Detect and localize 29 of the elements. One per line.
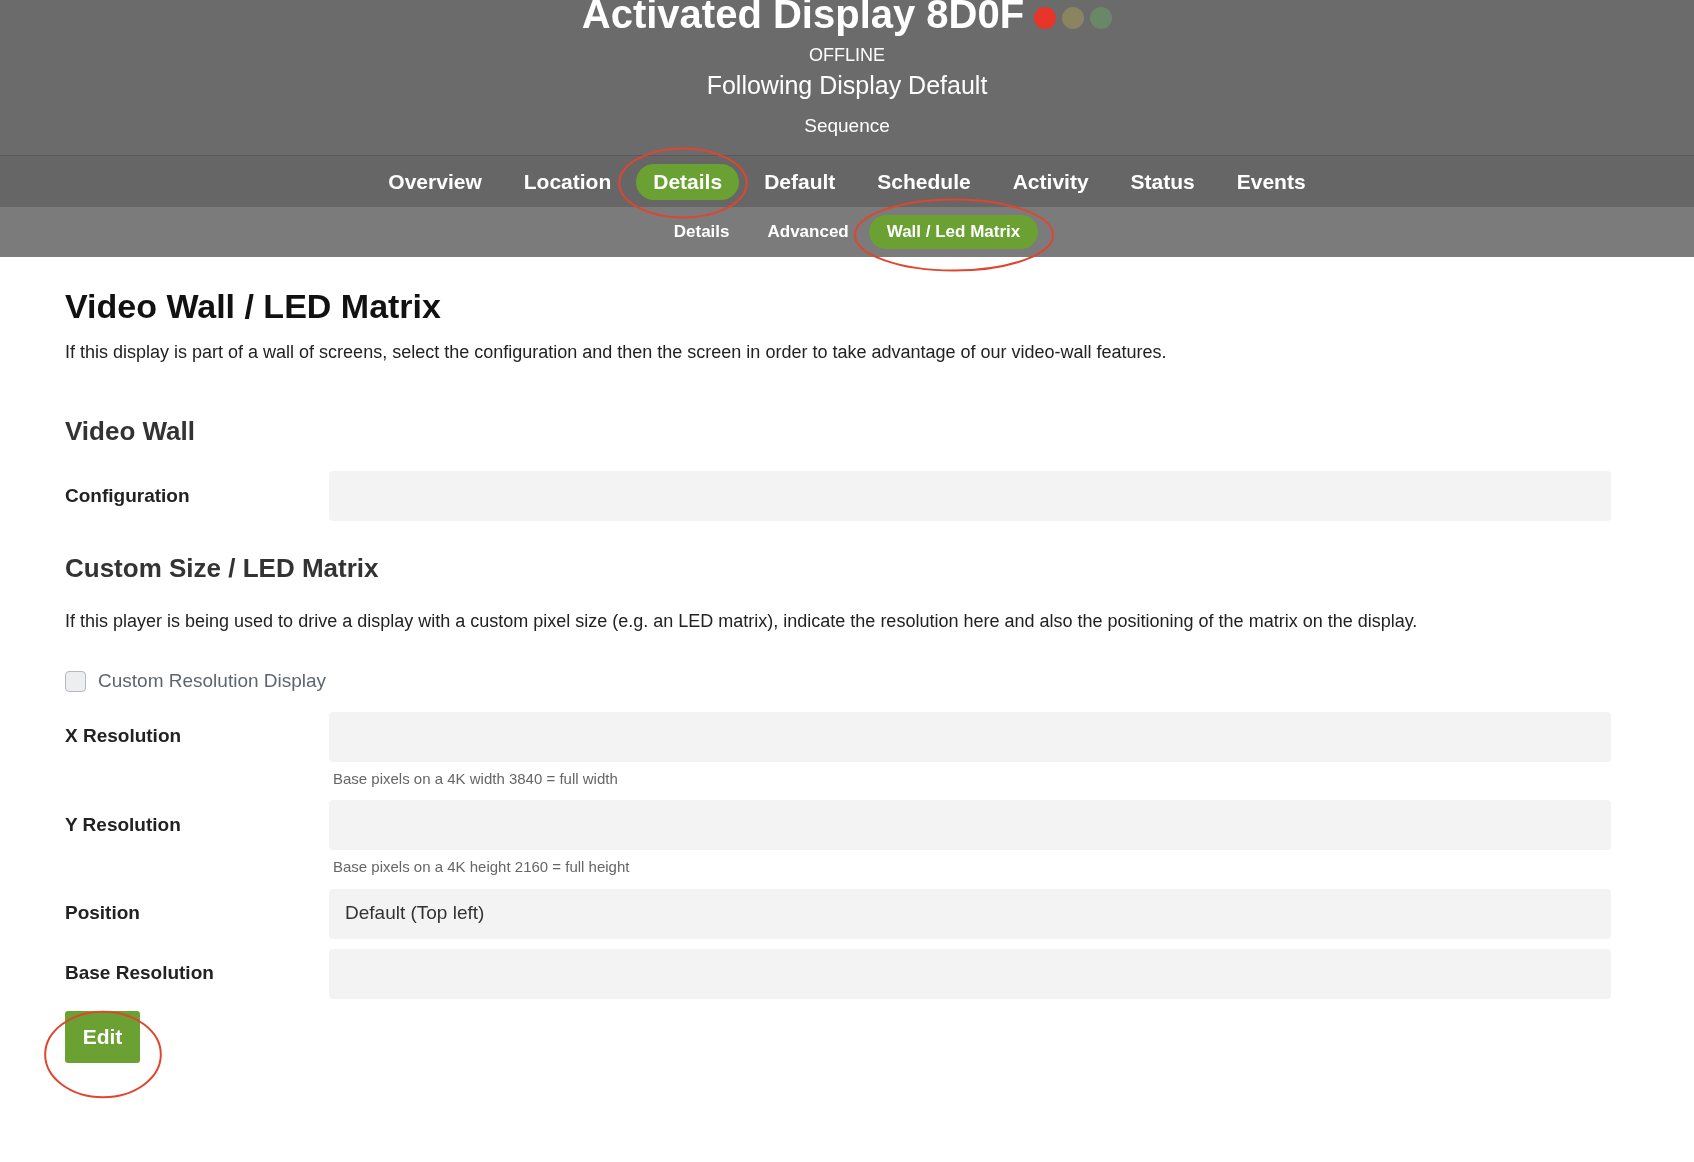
field-hint: Base pixels on a 4K width 3840 = full width bbox=[332, 768, 618, 789]
nav-tab[interactable]: Events bbox=[1219, 163, 1323, 200]
checkbox-label: Custom Resolution Display bbox=[98, 669, 327, 693]
input-field[interactable]: Default (Top left) bbox=[329, 888, 1611, 939]
nav-tab[interactable]: Location bbox=[506, 163, 629, 200]
section-title: Video Wall bbox=[65, 415, 197, 448]
sub-tab[interactable]: Advanced bbox=[749, 215, 867, 249]
mode-text: Following Display Default bbox=[706, 70, 988, 101]
nav-tab[interactable]: Activity bbox=[995, 163, 1106, 200]
page-title: Video Wall / LED Matrix bbox=[65, 286, 442, 327]
nav-tab[interactable]: Details bbox=[636, 163, 740, 200]
sub-tab[interactable]: Wall / Led Matrix bbox=[868, 215, 1039, 249]
description-text: If this player is being used to drive a display with a custom pixel size (e.g. an LED matrix), indicate the resolution here and also the positioning of the matrix on the display. bbox=[65, 610, 1419, 633]
field-label: Base Resolution bbox=[65, 961, 215, 986]
field-hint: Base pixels on a 4K height 2160 = full height bbox=[332, 857, 630, 877]
sub-tab[interactable]: Details bbox=[655, 215, 748, 249]
field-label: Position bbox=[65, 901, 141, 926]
nav-tab[interactable]: Default bbox=[747, 163, 853, 200]
section-title: Custom Size / LED Matrix bbox=[65, 552, 380, 585]
field-label: Configuration bbox=[65, 483, 191, 508]
intro-text: If this display is part of a wall of screens, select the configuration and then the screen in order to take advantage of our video-wall features. bbox=[65, 341, 1168, 364]
field-label: Y Resolution bbox=[65, 812, 182, 837]
field-label: X Resolution bbox=[65, 724, 183, 749]
nav-tab[interactable]: Status bbox=[1113, 163, 1212, 200]
nav-tab[interactable]: Schedule bbox=[860, 163, 988, 200]
status-text: OFFLINE bbox=[809, 44, 885, 66]
content-text: Sequence bbox=[804, 114, 890, 138]
nav-tab[interactable]: Overview bbox=[371, 163, 499, 200]
edit-button[interactable]: Edit bbox=[65, 1010, 140, 1063]
